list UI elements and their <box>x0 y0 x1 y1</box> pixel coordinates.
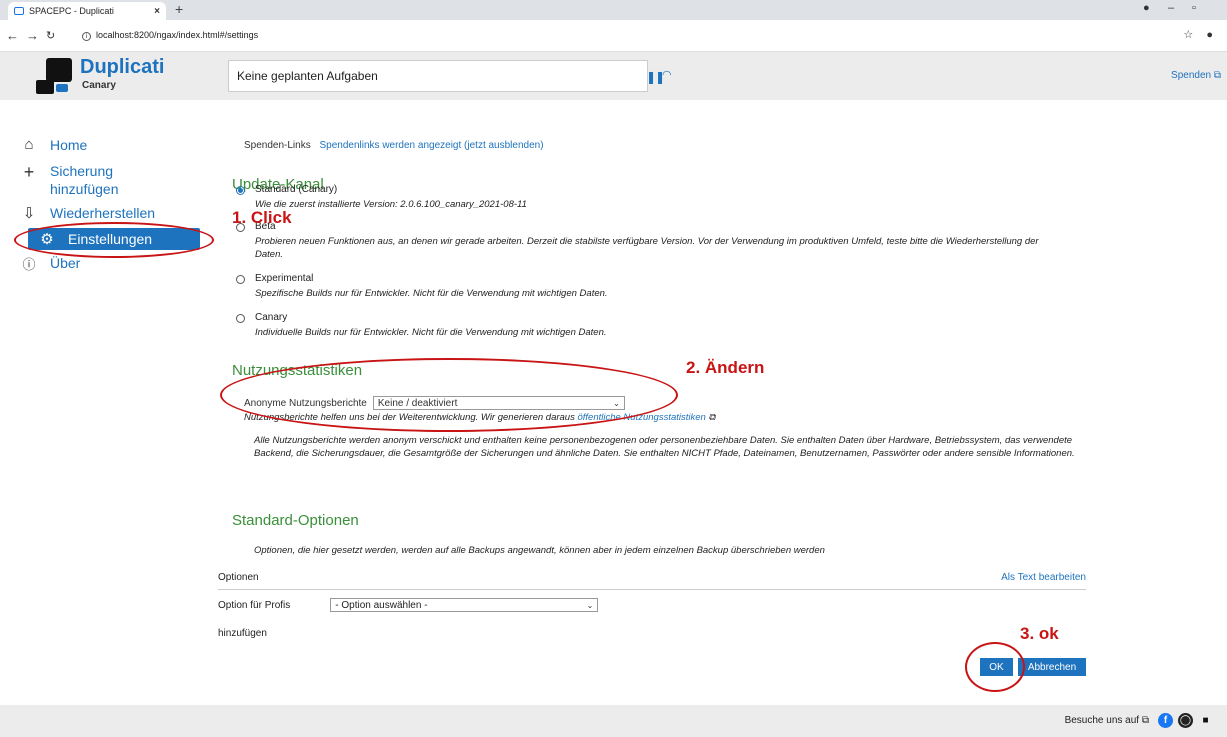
plus-icon: + <box>23 162 35 182</box>
annotation-ellipse-settings <box>14 222 214 258</box>
tab-close-icon[interactable]: × <box>154 6 160 17</box>
new-tab-icon[interactable]: + <box>175 1 183 17</box>
home-icon: ⌂ <box>24 136 34 153</box>
sidebar-item-add-backup[interactable]: + Sicherung hinzufügen <box>18 162 140 198</box>
duplicati-footer-icon[interactable]: ■ <box>1198 713 1213 728</box>
standard-options-desc: Optionen, die hier gesetzt werden, werde… <box>254 545 825 556</box>
minimize-icon[interactable]: – <box>1168 2 1174 14</box>
footer: Besuche uns auf ⧉ f ◯ ■ <box>0 705 1227 737</box>
duplicati-favicon <box>14 7 24 15</box>
url-field[interactable]: i localhost:8200/ngax/index.html#/setting… <box>82 30 258 41</box>
annotation-ellipse-usage <box>220 358 678 432</box>
sidebar-item-about[interactable]: ⓘ Über <box>18 254 80 273</box>
app-header: Duplicati Canary Keine geplanten Aufgabe… <box>0 52 1227 100</box>
add-option-label[interactable]: hinzufügen <box>218 628 267 639</box>
tab-title: SPACEPC - Duplicati <box>29 6 114 16</box>
annotation-click: 1. Click <box>232 208 292 227</box>
info-icon: ⓘ <box>22 257 36 272</box>
brand-subtitle: Canary <box>82 80 116 91</box>
annotation-ok: 3. ok <box>1020 624 1059 643</box>
throttle-icon[interactable]: ◠ <box>662 68 672 81</box>
spenden-link[interactable]: Spenden ⧉ <box>1171 70 1221 81</box>
channel-beta[interactable]: Beta Probieren neuen Funktionen aus, an … <box>236 221 1045 261</box>
account-icon[interactable]: ● <box>1206 29 1213 41</box>
channel-experimental[interactable]: Experimental Spezifische Builds nur für … <box>236 273 1045 300</box>
star-icon[interactable]: ☆ <box>1183 29 1193 41</box>
browser-tab[interactable]: SPACEPC - Duplicati × <box>8 2 166 20</box>
annotation-ellipse-ok <box>965 642 1025 692</box>
radio-experimental[interactable] <box>236 275 245 284</box>
restore-icon: ⇩ <box>22 205 36 222</box>
radio-standard[interactable] <box>236 186 245 195</box>
reload-icon[interactable]: ↻ <box>46 29 55 42</box>
profile-dot-icon[interactable]: ● <box>1143 2 1150 14</box>
duplicati-logo-icon <box>36 58 72 94</box>
profile-option-select[interactable]: - Option auswählen - ⌄ <box>330 598 599 612</box>
standard-options-title: Standard-Optionen <box>232 512 359 529</box>
status-box: Keine geplanten Aufgaben <box>228 60 648 92</box>
options-header: Optionen Als Text bearbeiten <box>218 572 1086 590</box>
sidebar-item-restore[interactable]: ⇩ Wiederherstellen <box>18 204 155 222</box>
sidebar-item-home[interactable]: ⌂ Home <box>18 136 87 154</box>
annotation-change: 2. Ändern <box>686 358 765 377</box>
browser-tabbar: SPACEPC - Duplicati × + ● – ▫ <box>0 0 1227 20</box>
brand-title: Duplicati <box>80 56 165 78</box>
restore-window-icon[interactable]: ▫ <box>1192 2 1196 14</box>
forward-icon[interactable]: → <box>26 28 39 43</box>
channel-standard[interactable]: Standard (Canary) Wie die zuerst install… <box>236 184 1045 211</box>
back-icon[interactable]: ← <box>6 28 19 43</box>
facebook-icon[interactable]: f <box>1158 713 1173 728</box>
radio-canary[interactable] <box>236 314 245 323</box>
status-text: Keine geplanten Aufgaben <box>237 69 378 83</box>
github-icon[interactable]: ◯ <box>1178 713 1193 728</box>
usage-privacy-text: Alle Nutzungsberichte werden anonym vers… <box>254 435 1075 459</box>
external-link-icon: ⧉ <box>708 412 716 423</box>
address-bar: ← → ↻ i localhost:8200/ngax/index.html#/s… <box>0 20 1227 52</box>
edit-as-text-link[interactable]: Als Text bearbeiten <box>1001 572 1086 583</box>
site-info-icon[interactable]: i <box>82 32 91 41</box>
donation-row: Spenden-Links Spendenlinks werden angeze… <box>244 140 544 151</box>
url-text: localhost:8200/ngax/index.html#/settings <box>96 30 259 40</box>
browser-actions: ☆ ● <box>1183 28 1213 41</box>
channel-canary[interactable]: Canary Individuelle Builds nur für Entwi… <box>236 312 1045 339</box>
chevron-down-icon: ⌄ <box>586 600 594 610</box>
cancel-button[interactable]: Abbrechen <box>1018 658 1086 676</box>
footer-text: Besuche uns auf ⧉ <box>1064 715 1149 726</box>
donation-toggle-link[interactable]: Spendenlinks werden angezeigt (jetzt aus… <box>320 140 544 151</box>
profile-option-row: Option für Profis - Option auswählen - ⌄ <box>218 598 599 612</box>
profile-option-label: Option für Profis <box>218 599 291 611</box>
